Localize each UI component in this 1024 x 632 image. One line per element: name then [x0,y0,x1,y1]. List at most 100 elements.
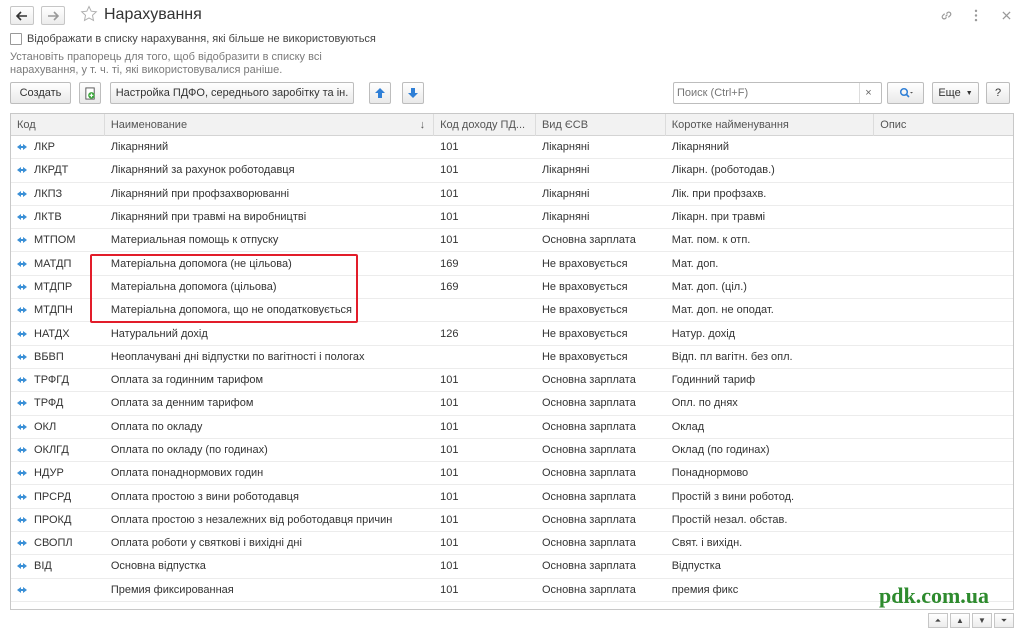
arrow-left-icon [16,10,27,21]
col-header-name[interactable]: Наименование ↓ [105,114,435,136]
cell-short-name: Опл. по днях [671,397,738,410]
item-marker-icon [17,144,27,151]
table-row[interactable]: ПРОКД Оплата простою з незалежних від роб… [11,509,1013,533]
back-button[interactable] [10,6,34,25]
code-text: ВІД [34,560,52,573]
cell-income-code: 101 [440,397,459,410]
arrow-down-icon [408,88,418,98]
table-row[interactable]: ЛКПЗ Лікарняний при профзахворюванні 101 Лі… [11,183,1013,206]
more-button[interactable]: Еще ▼ [932,82,979,104]
cell-short-name: Простій незал. обстав. [671,513,788,526]
cell-code: НДУР [11,467,105,479]
table-row[interactable]: ЛКРДТ Лікарняний за рахунок роботодавця 10… [11,159,1013,183]
cell-short-name: Відп. пл вагітн. без опл. [671,350,793,363]
cell-income-code: 101 [440,187,459,200]
sort-down-icon: ↓ [419,119,426,131]
table-row[interactable]: НАТДХ Натуральний дохід 126 Не враховується… [11,322,1013,346]
search-options-button[interactable] [887,82,924,104]
table-row[interactable]: ЛКР Лікарняний 101 Лікарняні Лікарняний [11,136,1013,160]
cell-name: Лікарняний при травмі на виробництві [110,211,307,224]
help-button[interactable]: ? [986,82,1010,104]
cell-short-name: Оклад [671,420,705,433]
col-header-description[interactable]: Опис [874,114,1013,136]
table-row[interactable]: ВБВП Неоплачувані дні відпустки по вагітн… [11,346,1013,369]
item-marker-icon [17,470,27,477]
cell-income-code: 101 [440,444,459,456]
item-marker-icon [17,353,27,360]
link-icon[interactable] [938,8,954,22]
more-label: Еще [938,87,961,99]
search-clear-button[interactable]: × [859,83,877,103]
code-text: МТПОМ [34,234,76,247]
table-row[interactable]: ОКЛ Оплата по окладу 101 Основна зарплата Ок… [11,416,1013,439]
table-row[interactable]: ТРФД Оплата за денним тарифом 101 Основна з… [11,392,1013,416]
table-row[interactable]: НДУР Оплата понаднормових годин 101 Основна… [11,462,1013,486]
forward-button[interactable] [41,6,65,25]
highlight-box [90,254,358,323]
cell-code: ПРСРД [11,491,105,503]
col-header-short-name[interactable]: Коротке найменування [666,114,875,136]
move-up-button[interactable] [369,82,391,104]
table-row[interactable]: ОКЛГД Оплата по окладу (по годинах) 101 Осн… [11,439,1013,463]
accruals-table: Код Наименование ↓ Код доходу ПД... Вид … [10,113,1014,610]
toolbar: Создать Настройка ПДФО, середнього зароб… [0,82,1024,106]
cell-short-name: Оклад (по годинах) [671,444,770,456]
table-row[interactable]: ЛКТВ Лікарняний при травмі на виробництві… [11,206,1013,230]
item-marker-icon [17,493,27,500]
scroll-first-icon[interactable]: ⏶ [928,613,948,628]
table-row[interactable]: ВІД Основна відпустка 101 Основна зарплата В… [11,555,1013,579]
cell-code: ТРФД [11,397,105,409]
cell-code: ЛКР [11,141,105,153]
cell-esv-type: Основна зарплата [541,467,636,480]
close-icon[interactable] [998,8,1014,22]
col-header-income-code[interactable]: Код доходу ПД... [434,114,536,136]
show-unused-filter[interactable]: Відображати в списку нарахування, які бі… [10,33,376,45]
item-marker-icon [17,167,27,174]
table-row[interactable]: Премия фиксированная 101 Основна зарплата п… [11,579,1013,602]
scroll-last-icon[interactable]: ⏷ [994,613,1014,628]
search-field[interactable]: × [673,82,882,104]
search-input[interactable] [674,84,859,102]
table-row[interactable]: СВОПЛ Оплата роботи у святкові і вихідні … [11,532,1013,556]
cell-esv-type: Лікарняні [541,164,590,177]
cell-code: ТРФГД [11,374,105,386]
item-marker-icon [17,214,27,221]
scroll-down-icon[interactable]: ▼ [972,613,992,628]
code-text: ОКЛ [34,420,57,433]
cell-income-code: 169 [440,280,459,293]
table-row[interactable]: ТРФГД Оплата за годинним тарифом 101 Основн… [11,369,1013,393]
create-button[interactable]: Создать [10,82,71,104]
move-down-button[interactable] [402,82,424,104]
table-row[interactable]: ПРСРД Оплата простою з вини роботодавця 10… [11,485,1013,509]
show-unused-checkbox[interactable] [10,33,22,45]
cell-esv-type: Не враховується [541,257,628,270]
more-menu-icon[interactable] [968,8,984,22]
cell-code: ОКЛГД [11,444,105,456]
settings-button[interactable]: Настройка ПДФО, середнього заробітку та … [110,82,354,104]
cell-code: ЛКТВ [11,211,105,223]
item-marker-icon [17,586,27,593]
cell-short-name: Мат. доп. (ціл.) [671,280,747,293]
cell-esv-type: Основна зарплата [541,234,636,247]
cell-income-code: 101 [440,513,459,526]
col-header-esv-type[interactable]: Вид ЄСВ [536,114,666,136]
code-text: ТРФД [34,397,64,410]
cell-name: Лікарняний за рахунок роботодавця [110,164,295,177]
item-marker-icon [17,377,27,384]
cell-short-name: Годинний тариф [671,374,756,387]
col-header-code[interactable]: Код [11,114,105,136]
cell-short-name: Мат. доп. не оподат. [671,304,774,317]
scroll-up-icon[interactable]: ▲ [950,613,970,628]
favorite-star-icon[interactable] [80,5,98,23]
cell-name: Оплата за годинним тарифом [110,374,264,387]
cell-income-code: 101 [440,234,459,247]
table-row[interactable] [11,602,1013,609]
cell-code: МТПОМ [11,234,105,246]
arrow-right-icon [48,10,59,21]
table-row[interactable]: МТПОМ Материальная помощь к отпуску 101 Осн… [11,229,1013,253]
filter-hint: Установіть прапорець для того, щоб відоб… [10,51,322,76]
cell-esv-type: Не враховується [541,350,628,363]
item-marker-icon [17,330,27,337]
cell-esv-type: Лікарняні [541,211,590,224]
create-copy-button[interactable] [79,82,101,104]
